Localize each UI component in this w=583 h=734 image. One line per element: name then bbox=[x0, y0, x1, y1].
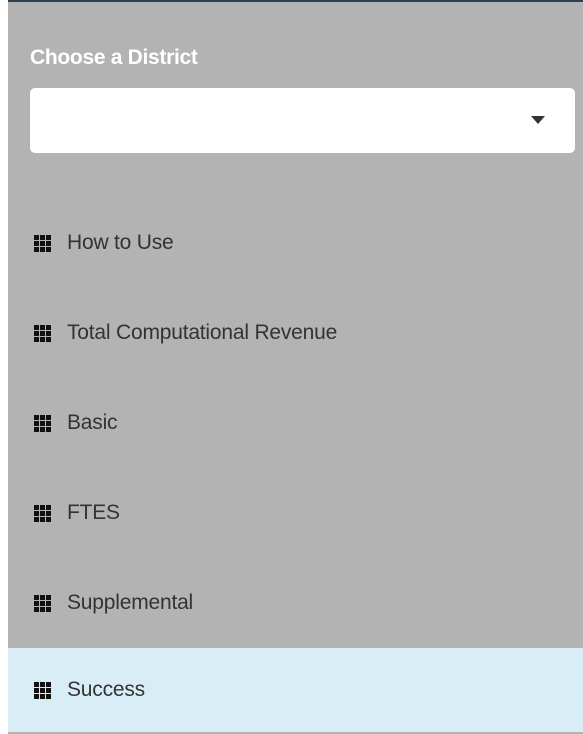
sidebar-item-basic[interactable]: Basic bbox=[8, 378, 583, 468]
district-label: Choose a District bbox=[30, 46, 198, 69]
grid-icon bbox=[34, 594, 51, 612]
sidebar-nav: How to Use Total Computational Revenue B… bbox=[8, 198, 583, 732]
grid-icon bbox=[34, 681, 51, 699]
grid-icon bbox=[34, 234, 51, 252]
sidebar-item-ftes[interactable]: FTES bbox=[8, 468, 583, 558]
grid-icon bbox=[34, 414, 51, 432]
grid-icon bbox=[34, 324, 51, 342]
grid-icon bbox=[34, 504, 51, 522]
sidebar: Choose a District How to Use Total Compu… bbox=[8, 0, 583, 734]
sidebar-item-label: Basic bbox=[67, 411, 118, 434]
sidebar-item-label: Total Computational Revenue bbox=[67, 321, 338, 344]
sidebar-item-supplemental[interactable]: Supplemental bbox=[8, 558, 583, 648]
district-select[interactable] bbox=[30, 88, 575, 153]
sidebar-item-total-computational-revenue[interactable]: Total Computational Revenue bbox=[8, 288, 583, 378]
sidebar-item-label: Success bbox=[67, 678, 145, 701]
sidebar-item-label: How to Use bbox=[67, 231, 174, 254]
sidebar-item-label: FTES bbox=[67, 501, 120, 524]
sidebar-item-label: Supplemental bbox=[67, 591, 194, 614]
sidebar-item-success[interactable]: Success bbox=[8, 648, 583, 732]
sidebar-item-how-to-use[interactable]: How to Use bbox=[8, 198, 583, 288]
caret-down-icon bbox=[531, 116, 545, 124]
